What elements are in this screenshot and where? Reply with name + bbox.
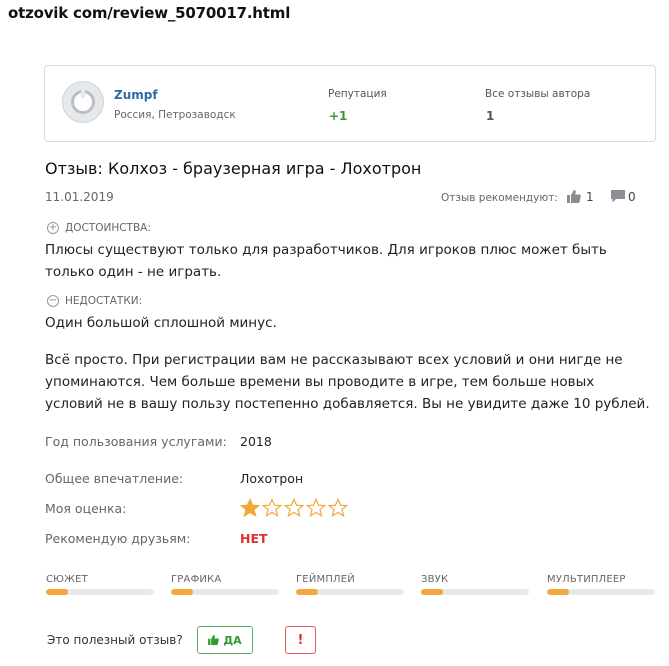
recommend-label: Отзыв рекомендуют: — [441, 192, 558, 204]
star-empty-icon — [262, 498, 282, 518]
metric-label: МУЛЬТИПЛЕЕР — [547, 574, 626, 585]
useful-question: Это полезный отзыв? — [47, 633, 183, 647]
impression-label: Общее впечатление: — [45, 471, 184, 486]
report-button[interactable]: ! — [285, 626, 316, 654]
cons-heading: − НЕДОСТАТКИ: — [47, 295, 142, 307]
useful-yes-button[interactable]: ДА — [197, 626, 253, 654]
star-empty-icon — [306, 498, 326, 518]
metric-multiplayer: МУЛЬТИПЛЕЕР — [547, 574, 657, 595]
recommend-count: 1 — [586, 190, 594, 204]
metric-bar-fill — [421, 589, 443, 595]
metric-bar — [296, 589, 404, 595]
useful-yes-label: ДА — [223, 633, 242, 647]
metric-bar — [421, 589, 529, 595]
minus-icon: − — [47, 295, 59, 307]
pros-text: Плюсы существуют только для разработчико… — [45, 242, 607, 280]
metric-label: ЗВУК — [421, 574, 449, 585]
star-empty-icon — [328, 498, 348, 518]
author-name[interactable]: Zumpf — [114, 88, 158, 102]
review-title: Отзыв: Колхоз - браузерная игра - Лохотр… — [45, 159, 422, 178]
avatar[interactable] — [62, 81, 104, 123]
author-location: Россия, Петрозаводск — [114, 109, 236, 121]
recommend-friends-label: Рекомендую друзьям: — [45, 531, 191, 546]
year-label: Год пользования услугами: — [45, 434, 227, 449]
rating-stars — [240, 498, 348, 518]
comment-icon[interactable] — [611, 190, 625, 203]
star-empty-icon — [284, 498, 304, 518]
metric-bar-fill — [171, 589, 193, 595]
thumbs-up-icon — [208, 635, 220, 645]
metric-label: ГЕЙМПЛЕЙ — [296, 574, 355, 585]
review-date: 11.01.2019 — [45, 190, 114, 204]
metric-bar-fill — [547, 589, 569, 595]
year-value: 2018 — [240, 434, 272, 449]
recommend-friends-value: НЕТ — [240, 531, 268, 546]
pros-heading: + ДОСТОИНСТВА: — [47, 222, 151, 234]
comments-count: 0 — [628, 190, 636, 204]
metric-plot: СЮЖЕТ — [46, 574, 156, 595]
metric-bar — [547, 589, 655, 595]
plus-icon: + — [47, 222, 59, 234]
metric-graphics: ГРАФИКА — [171, 574, 281, 595]
metric-bar — [171, 589, 279, 595]
reputation-value: +1 — [329, 109, 348, 123]
cons-label: НЕДОСТАТКИ: — [65, 295, 143, 307]
author-reviews-count[interactable]: 1 — [486, 109, 494, 123]
review-body: Всё просто. При регистрации вам не расск… — [45, 352, 650, 412]
author-reviews-label[interactable]: Все отзывы автора — [485, 88, 590, 100]
page-url: otzovik com/review_5070017.html — [8, 4, 291, 22]
metric-gameplay: ГЕЙМПЛЕЙ — [296, 574, 406, 595]
metric-bar-fill — [46, 589, 68, 595]
author-card: Zumpf Россия, Петрозаводск Репутация +1 … — [44, 65, 656, 142]
metric-label: ГРАФИКА — [171, 574, 222, 585]
cons-text: Один большой сплошной минус. — [45, 315, 277, 331]
pros-label: ДОСТОИНСТВА: — [65, 222, 151, 234]
metric-bar-fill — [296, 589, 318, 595]
star-filled-icon — [240, 498, 260, 518]
thumbs-up-icon[interactable] — [567, 190, 581, 203]
reputation-label: Репутация — [328, 88, 387, 100]
impression-value: Лохотрон — [240, 471, 304, 486]
metric-label: СЮЖЕТ — [46, 574, 88, 585]
rating-label: Моя оценка: — [45, 501, 127, 516]
metric-bar — [46, 589, 154, 595]
metric-sound: ЗВУК — [421, 574, 531, 595]
